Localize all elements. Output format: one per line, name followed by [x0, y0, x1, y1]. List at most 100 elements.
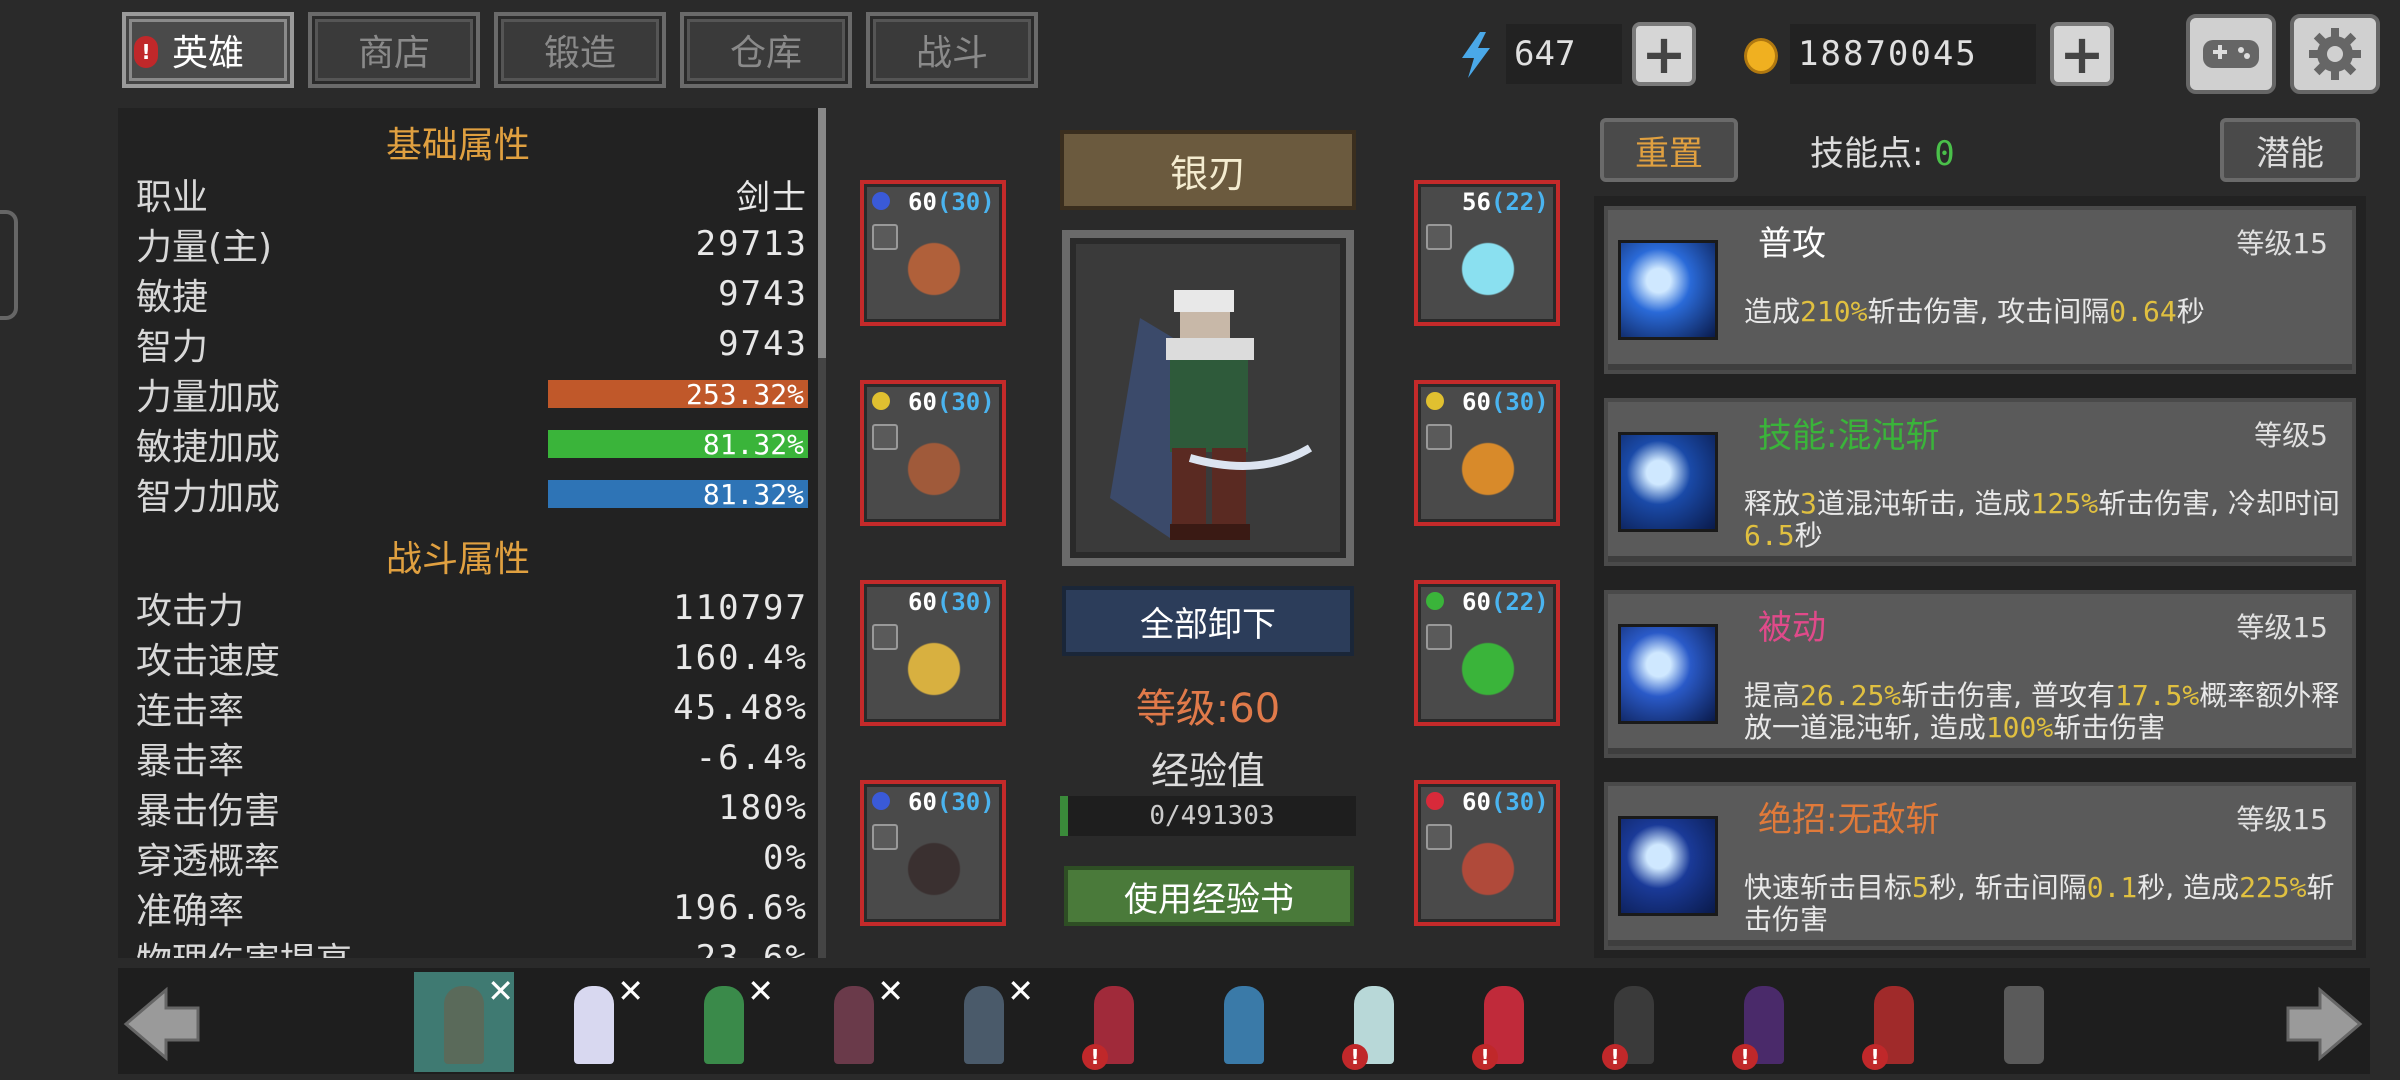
stat-value: 23.6%: [695, 938, 808, 958]
hero-sprite-icon: [964, 986, 1004, 1064]
hero-shadow[interactable]: !: [1714, 972, 1814, 1072]
add-gold-button[interactable]: +: [2050, 22, 2114, 86]
hero-bowman[interactable]: !: [1844, 972, 1944, 1072]
equipment-level-value: 60: [908, 388, 937, 416]
stat-row: 敏捷 9743: [136, 270, 808, 318]
tab-2[interactable]: 锻造: [494, 12, 666, 88]
equipment-item-icon: [1438, 414, 1538, 514]
equipment-level-value: 56: [1462, 188, 1491, 216]
hero-cloud-mage[interactable]: ✕: [544, 972, 644, 1072]
tab-0[interactable]: ! 英雄: [122, 12, 294, 88]
close-icon: ✕: [487, 972, 514, 1010]
skill-card[interactable]: 被动 等级15 提高26.25%斩击伤害, 普攻有17.5%概率额外释放一道混沌斩,…: [1604, 590, 2356, 758]
skill-desc-text: 秒: [2176, 295, 2205, 328]
equipment-item-icon: [884, 614, 984, 714]
hero-sprite-icon: [1224, 986, 1264, 1064]
equipment-slot[interactable]: 56(22): [1414, 180, 1560, 326]
skill-highlight-value: 0.1: [2086, 871, 2138, 904]
tab-label: 商店: [357, 33, 430, 74]
skill-card[interactable]: 普攻 等级15 造成210%斩击伤害, 攻击间隔0.64秒: [1604, 206, 2356, 374]
equipment-sub-level: (30): [1490, 788, 1549, 816]
tab-4[interactable]: 战斗: [866, 12, 1038, 88]
potential-button[interactable]: 潜能: [2220, 118, 2360, 182]
equipment-level-value: 60: [908, 188, 937, 216]
equipment-slot[interactable]: 60(30): [1414, 380, 1560, 526]
stat-name: 物理伤害提高: [136, 932, 352, 958]
exp-value: 0/491303: [1149, 801, 1275, 831]
skill-highlight-value: 0.64: [2109, 295, 2177, 328]
hero-archer[interactable]: ✕: [674, 972, 774, 1072]
reset-skills-button[interactable]: 重置: [1600, 118, 1738, 182]
settings-button[interactable]: [2290, 14, 2380, 94]
skill-level: 等级15: [2236, 611, 2328, 644]
stat-name: 职业: [136, 177, 209, 218]
gem-icon: [872, 392, 890, 410]
skill-name: 被动: [1758, 608, 1826, 648]
stat-row: 智力加成 81.32%: [136, 470, 808, 518]
equipment-slot[interactable]: 60(30): [1414, 780, 1560, 926]
hero-assassin[interactable]: !: [1454, 972, 1554, 1072]
skill-highlight-value: 6.5: [1744, 519, 1795, 552]
stats-scroll-thumb[interactable]: [818, 108, 826, 358]
stat-name: 穿透概率: [136, 841, 281, 882]
use-exp-book-button[interactable]: 使用经验书: [1064, 866, 1354, 926]
equipment-slot[interactable]: 60(22): [1414, 580, 1560, 726]
stat-row: 物理伤害提高 23.6%: [136, 934, 808, 958]
equipment-level-value: 60: [908, 588, 937, 616]
stat-row: 暴击伤害 180%: [136, 784, 808, 832]
alert-badge: !: [1342, 1044, 1368, 1070]
energy-value: 647: [1506, 24, 1622, 84]
stat-value: 110797: [673, 588, 808, 628]
hero-dark-knight[interactable]: !: [1584, 972, 1684, 1072]
gem-icon: [1426, 392, 1444, 410]
basic-attributes-title: 基础属性: [385, 125, 530, 166]
hero-swordsman[interactable]: ✕: [414, 972, 514, 1072]
skill-card[interactable]: 技能:混沌斩 等级5 释放3道混沌斩击, 造成125%斩击伤害, 冷却时间 6.5秒: [1604, 398, 2356, 566]
skill-highlight-value: 5: [1912, 871, 1929, 904]
skill-icon: [1618, 240, 1718, 340]
equipment-level: 60(30): [908, 788, 995, 816]
equipment-slot[interactable]: 60(30): [860, 380, 1006, 526]
skill-level: 等级15: [2236, 803, 2328, 836]
skill-highlight-value: 17.5%: [2114, 679, 2200, 712]
skill-icon: [1618, 432, 1718, 532]
skill-desc-text: 道混沌斩击, 造成: [1816, 487, 2031, 520]
stat-name: 智力: [136, 327, 209, 368]
unequip-all-button[interactable]: 全部卸下: [1062, 586, 1354, 656]
hero-knight[interactable]: ✕: [934, 972, 1034, 1072]
skill-description: 释放3道混沌斩击, 造成125%斩击伤害, 冷却时间 6.5秒: [1744, 488, 2344, 552]
equipment-level-value: 60: [1462, 588, 1491, 616]
stat-name: 智力加成: [136, 477, 281, 518]
hero-locked[interactable]: [1974, 972, 2074, 1072]
next-page-button[interactable]: [2284, 984, 2364, 1064]
skill-level: 等级15: [2236, 227, 2328, 260]
stat-bar: 253.32%: [548, 378, 808, 411]
gamepad-icon: [2203, 40, 2259, 68]
stat-row: 准确率 196.6%: [136, 884, 808, 932]
equipment-level: 60(30): [1462, 388, 1549, 416]
hero-gunner[interactable]: [1194, 972, 1294, 1072]
hero-rogue[interactable]: ✕: [804, 972, 904, 1072]
gamepad-button[interactable]: [2186, 14, 2276, 94]
stat-row: 力量加成 253.32%: [136, 370, 808, 418]
alert-badge: !: [1082, 1044, 1108, 1070]
tab-1[interactable]: 商店: [308, 12, 480, 88]
close-icon: ✕: [747, 972, 774, 1010]
stat-row: 攻击速度 160.4%: [136, 634, 808, 682]
tab-3[interactable]: 仓库: [680, 12, 852, 88]
skill-desc-text: 秒: [1794, 519, 1823, 552]
equipment-item-icon: [884, 214, 984, 314]
prev-page-button[interactable]: [122, 984, 202, 1064]
hero-sorceress[interactable]: !: [1064, 972, 1164, 1072]
skill-card[interactable]: 绝招:无敌斩 等级15 快速斩击目标5秒, 斩击间隔0.1秒, 造成225%斩击伤害: [1604, 782, 2356, 950]
hero-spirit[interactable]: !: [1324, 972, 1424, 1072]
tab-label: 英雄: [171, 33, 244, 74]
equipment-slot[interactable]: 60(30): [860, 180, 1006, 326]
equipment-slot[interactable]: 60(30): [860, 780, 1006, 926]
add-energy-button[interactable]: +: [1632, 22, 1696, 86]
skill-highlight-value: 3: [1800, 487, 1817, 520]
equipment-slot[interactable]: 60(30): [860, 580, 1006, 726]
stat-row: 攻击力 110797: [136, 584, 808, 632]
side-drawer-handle[interactable]: [0, 210, 18, 320]
stat-row: 穿透概率 0%: [136, 834, 808, 882]
